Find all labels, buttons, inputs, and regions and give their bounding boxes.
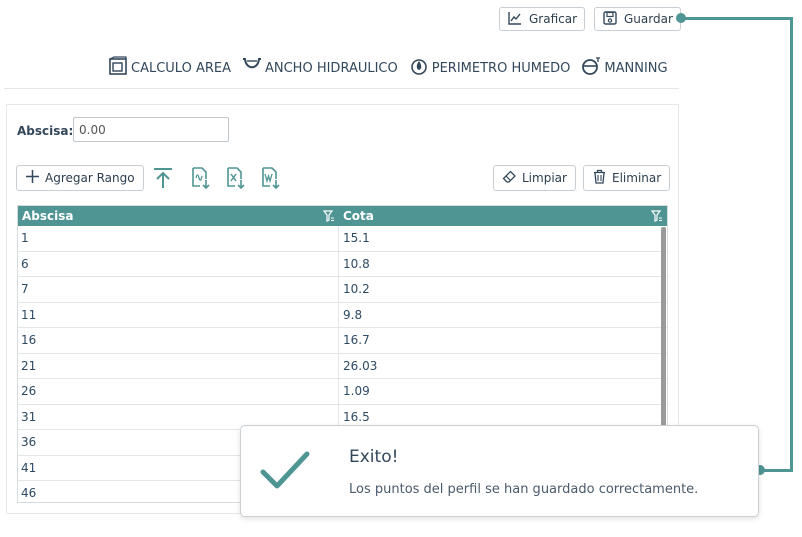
area-icon bbox=[108, 56, 128, 80]
eraser-icon bbox=[502, 169, 517, 187]
toast-message: Los puntos del perfil se han guardado co… bbox=[349, 482, 699, 497]
cell-abscisa[interactable]: 7 bbox=[18, 277, 339, 302]
excel-download-icon bbox=[224, 167, 248, 194]
connector-line bbox=[790, 17, 793, 472]
agregar-rango-button[interactable]: Agregar Rango bbox=[16, 165, 144, 191]
filter-icon[interactable] bbox=[322, 209, 335, 223]
limpiar-label: Limpiar bbox=[522, 171, 567, 185]
nav-label: PERIMETRO HUMEDO bbox=[431, 60, 571, 76]
channel-icon bbox=[242, 56, 262, 80]
export-word-button[interactable] bbox=[259, 166, 283, 190]
line-chart-icon bbox=[507, 10, 523, 29]
nav-manning[interactable]: MANNING bbox=[581, 56, 668, 80]
upload-button[interactable] bbox=[151, 166, 175, 190]
cell-cota[interactable]: 10.2 bbox=[339, 277, 661, 302]
table-row[interactable]: 7 10.2 bbox=[18, 277, 667, 303]
connector-dot bbox=[676, 13, 686, 23]
calc-nav: CALCULO AREA ANCHO HIDRAULICO PERIMETRO … bbox=[108, 56, 679, 80]
nav-perimetro-humedo[interactable]: PERIMETRO HUMEDO bbox=[409, 56, 571, 80]
trash-icon bbox=[592, 169, 607, 187]
cell-cota[interactable]: 16.7 bbox=[339, 328, 661, 353]
nav-ancho-hidraulico[interactable]: ANCHO HIDRAULICO bbox=[242, 56, 398, 80]
cell-abscisa[interactable]: 11 bbox=[18, 302, 339, 327]
water-drop-icon bbox=[409, 56, 429, 80]
plus-icon bbox=[25, 169, 40, 187]
graficar-button[interactable]: Graficar bbox=[499, 7, 586, 31]
table-row[interactable]: 16 16.7 bbox=[18, 328, 667, 354]
checkmark-icon bbox=[259, 446, 311, 494]
cell-abscisa[interactable]: 6 bbox=[18, 251, 339, 276]
nav-label: MANNING bbox=[604, 60, 668, 76]
manning-icon bbox=[581, 56, 601, 80]
filter-icon[interactable] bbox=[650, 209, 663, 223]
table-row[interactable]: 1 15.1 bbox=[18, 226, 667, 252]
guardar-label: Guardar bbox=[624, 12, 673, 26]
cell-cota[interactable]: 26.03 bbox=[339, 354, 661, 379]
nav-label: CALCULO AREA bbox=[131, 60, 231, 76]
export-pdf-button[interactable] bbox=[189, 166, 213, 190]
cell-abscisa[interactable]: 16 bbox=[18, 328, 339, 353]
cell-cota[interactable]: 15.1 bbox=[339, 226, 661, 251]
cell-cota[interactable]: 10.8 bbox=[339, 252, 661, 277]
column-header-cota[interactable]: Cota bbox=[339, 206, 667, 226]
table-row[interactable]: 26 1.09 bbox=[18, 379, 667, 405]
abscisa-input[interactable] bbox=[73, 117, 229, 142]
divider bbox=[4, 88, 679, 89]
abscisa-label: Abscisa: bbox=[17, 124, 74, 138]
cell-cota[interactable]: 1.09 bbox=[339, 379, 661, 404]
table-header: Abscisa Cota bbox=[18, 206, 667, 226]
cell-cota[interactable]: 9.8 bbox=[339, 303, 661, 328]
table-row[interactable]: 6 10.8 bbox=[18, 251, 667, 277]
agregar-rango-label: Agregar Rango bbox=[45, 171, 135, 185]
cell-abscisa[interactable]: 21 bbox=[18, 353, 339, 378]
success-toast: Exito! Los puntos del perfil se han guar… bbox=[240, 425, 759, 517]
export-excel-button[interactable] bbox=[224, 166, 248, 190]
graficar-label: Graficar bbox=[529, 12, 578, 26]
toast-title: Exito! bbox=[349, 447, 399, 467]
column-header-abscisa[interactable]: Abscisa bbox=[18, 206, 339, 226]
column-header-label: Cota bbox=[343, 209, 374, 223]
table-row[interactable]: 11 9.8 bbox=[18, 302, 667, 328]
eliminar-button[interactable]: Eliminar bbox=[583, 165, 671, 191]
nav-calculo-area[interactable]: CALCULO AREA bbox=[108, 56, 231, 80]
column-header-label: Abscisa bbox=[22, 209, 74, 223]
connector-line bbox=[680, 17, 793, 20]
cell-abscisa[interactable]: 26 bbox=[18, 379, 339, 404]
guardar-button[interactable]: Guardar bbox=[594, 7, 681, 31]
nav-label: ANCHO HIDRAULICO bbox=[264, 60, 398, 76]
cell-abscisa[interactable]: 1 bbox=[18, 226, 339, 251]
limpiar-button[interactable]: Limpiar bbox=[493, 165, 576, 191]
word-download-icon bbox=[259, 167, 283, 194]
pdf-download-icon bbox=[189, 167, 213, 194]
eliminar-label: Eliminar bbox=[612, 171, 662, 185]
table-row[interactable]: 21 26.03 bbox=[18, 353, 667, 379]
save-icon bbox=[602, 10, 618, 29]
upload-icon bbox=[151, 168, 175, 194]
